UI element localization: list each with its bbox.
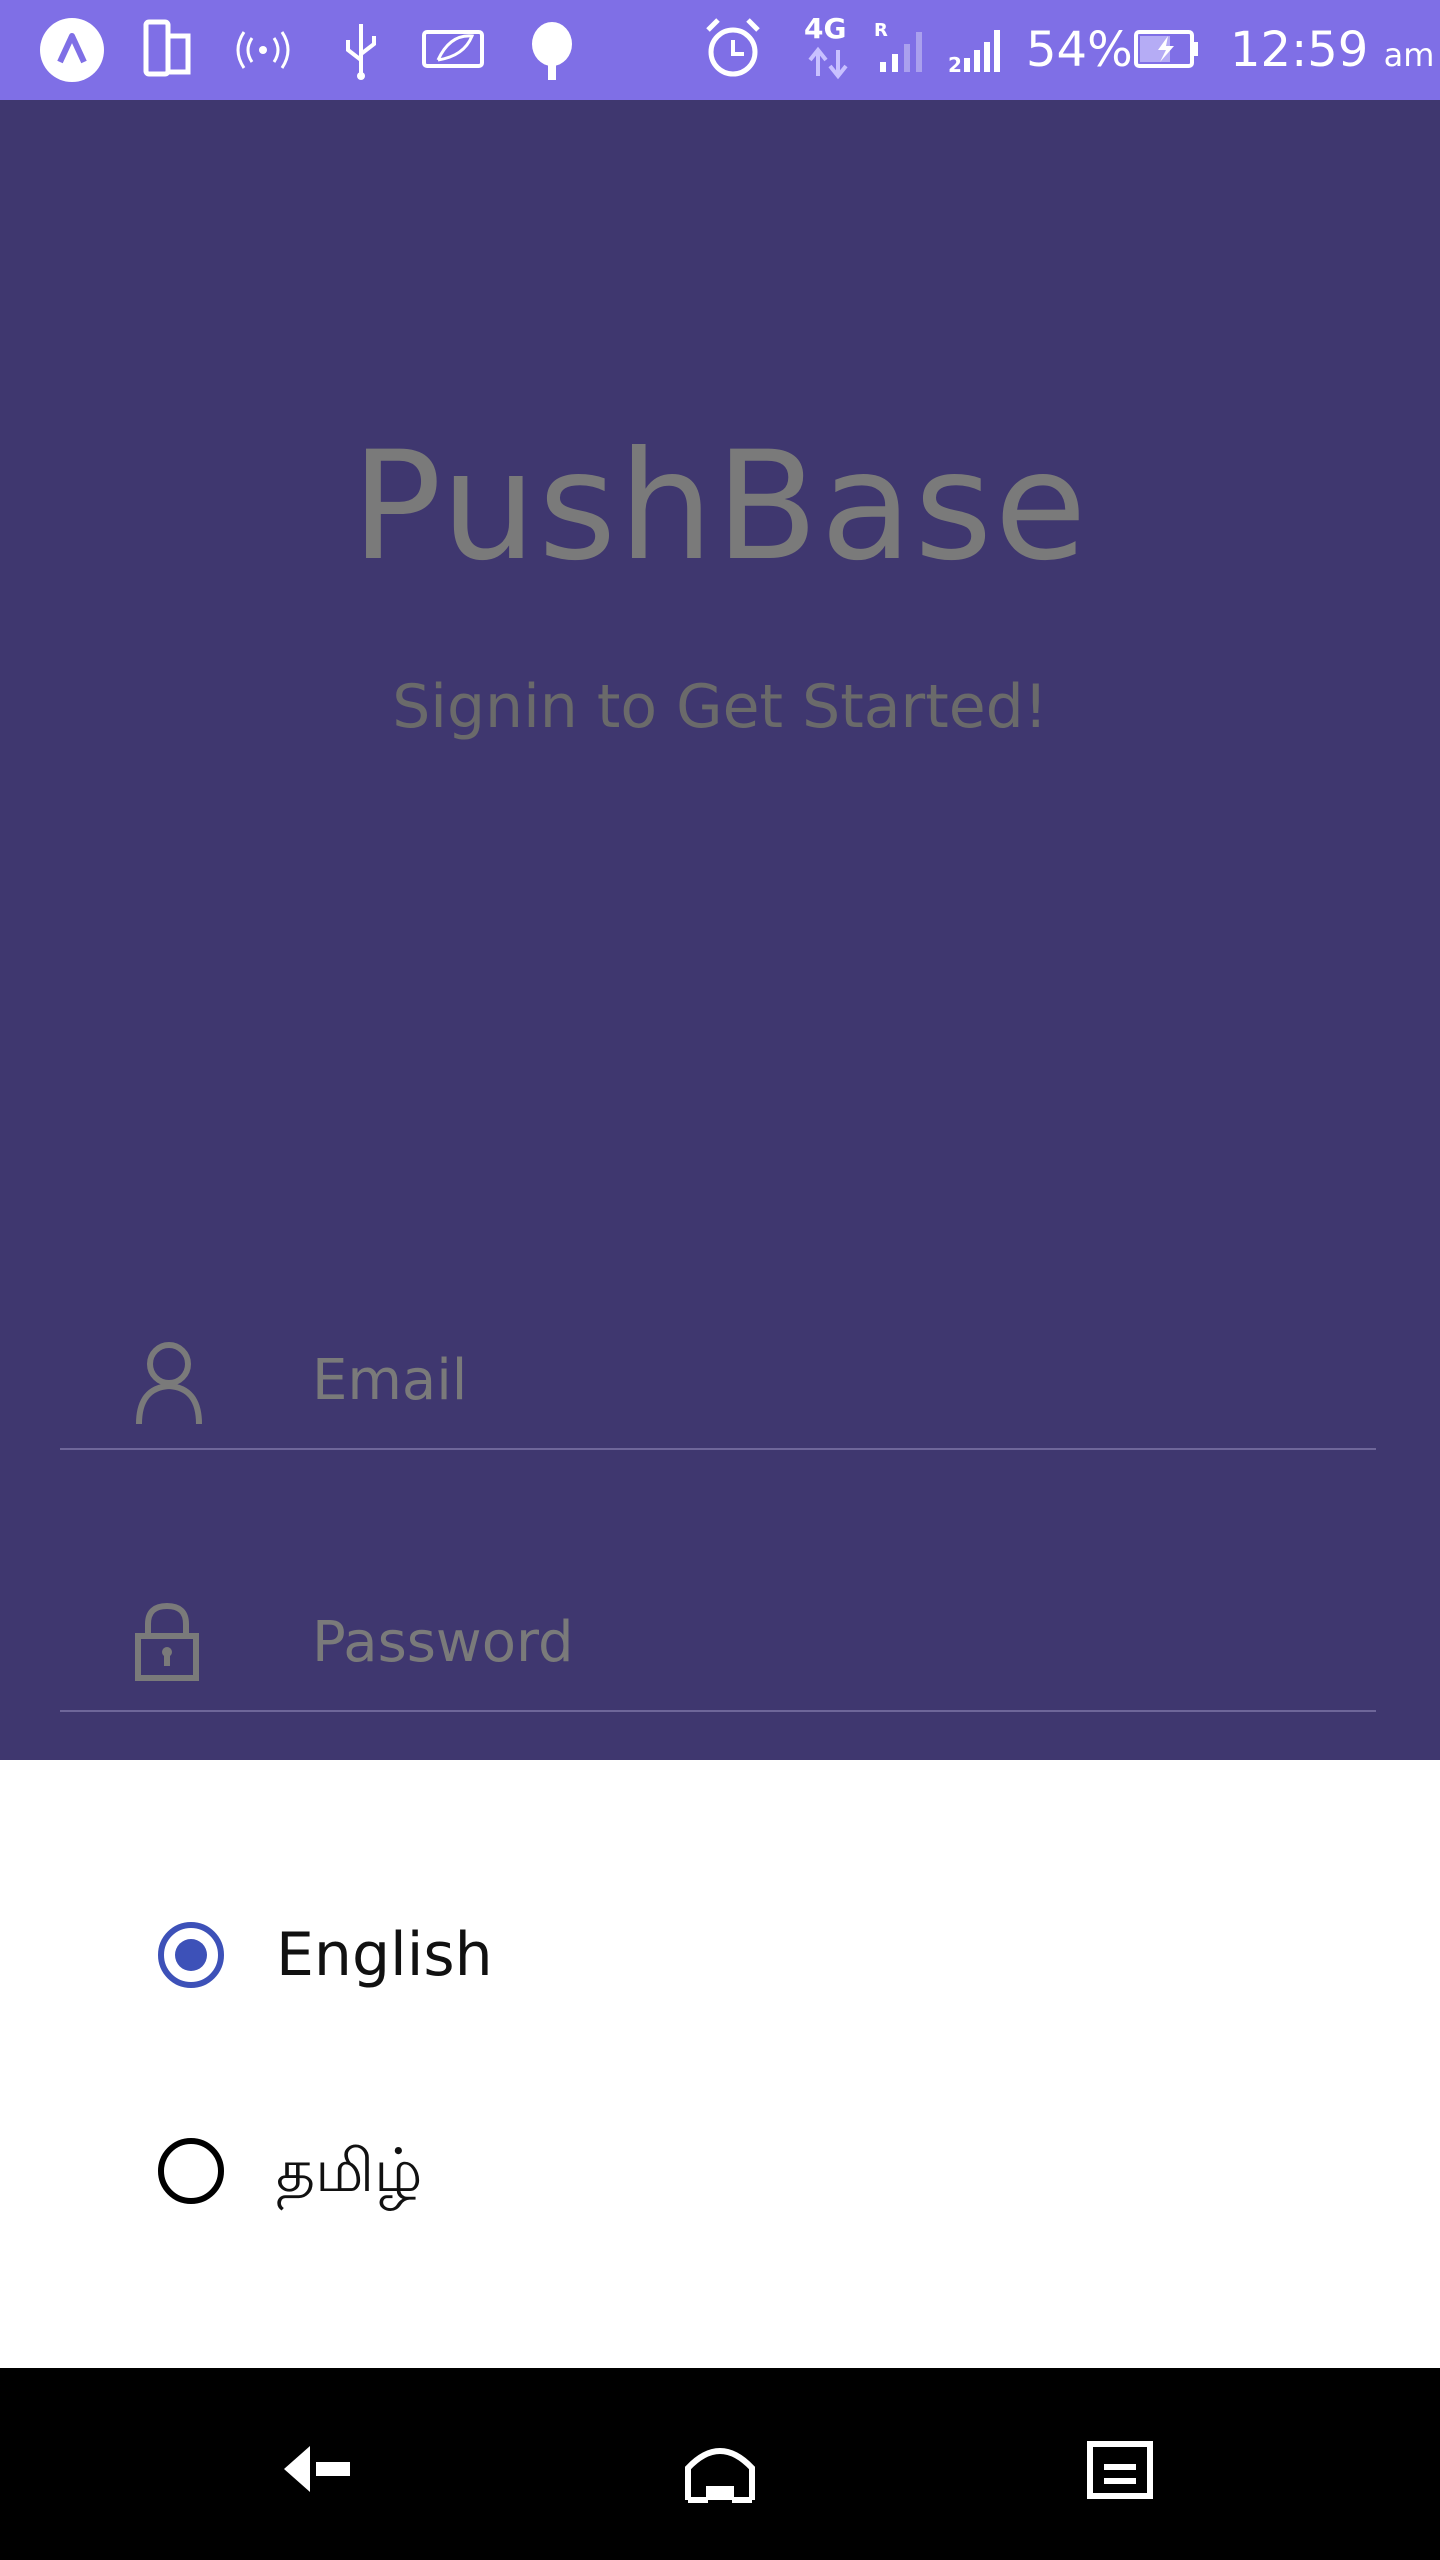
password-field[interactable]: Password — [60, 1572, 1376, 1712]
clock: 12:59 am — [1230, 22, 1434, 83]
svg-text:R: R — [874, 20, 888, 41]
usb-icon — [346, 24, 376, 80]
app-title: PushBase — [351, 420, 1089, 594]
radio-selected-icon[interactable] — [158, 1922, 224, 1988]
email-placeholder: Email — [312, 1348, 468, 1413]
password-underline — [60, 1710, 1376, 1712]
back-icon[interactable] — [280, 2434, 360, 2504]
hotspot-icon — [236, 31, 290, 69]
home-icon[interactable] — [680, 2434, 760, 2504]
signal-roaming-icon: R — [874, 20, 922, 72]
lock-icon — [135, 1602, 199, 1681]
user-icon — [136, 1342, 202, 1425]
network-type-label: 4G — [804, 12, 847, 45]
language-option-label: தமிழ் — [276, 2136, 423, 2206]
clock-time: 12:59 — [1230, 22, 1369, 78]
radio-unselected-icon[interactable] — [158, 2138, 224, 2204]
login-screen — [0, 100, 1440, 1760]
language-option-tamil[interactable]: தமிழ் — [158, 2130, 558, 2220]
battery-saver-icon — [422, 30, 484, 68]
clock-suffix: am — [1383, 36, 1435, 74]
status-bar: 4G R 2 54% 12:59 am — [0, 0, 1440, 100]
email-field[interactable]: Email — [60, 1310, 1376, 1450]
language-option-label: English — [276, 1920, 493, 1990]
navigation-bar — [0, 2368, 1440, 2560]
app-subtitle: Signin to Get Started! — [392, 672, 1048, 742]
signal-strength-icon: 2 — [948, 30, 1000, 74]
battery-charging-icon — [1134, 30, 1198, 68]
data-arrows-icon — [808, 46, 848, 80]
email-underline — [60, 1448, 1376, 1450]
password-placeholder: Password — [312, 1610, 574, 1675]
language-option-english[interactable]: English — [158, 1914, 558, 2004]
alarm-icon — [706, 18, 760, 77]
app-logo-icon — [40, 18, 104, 82]
language-picker-sheet: English தமிழ் — [0, 1760, 1440, 2368]
screen-rotate-icon — [143, 19, 191, 77]
battery-percent: 54% — [1026, 22, 1133, 78]
svg-text:2: 2 — [948, 53, 962, 74]
android-debug-icon — [532, 22, 572, 80]
recents-icon[interactable] — [1080, 2434, 1160, 2504]
